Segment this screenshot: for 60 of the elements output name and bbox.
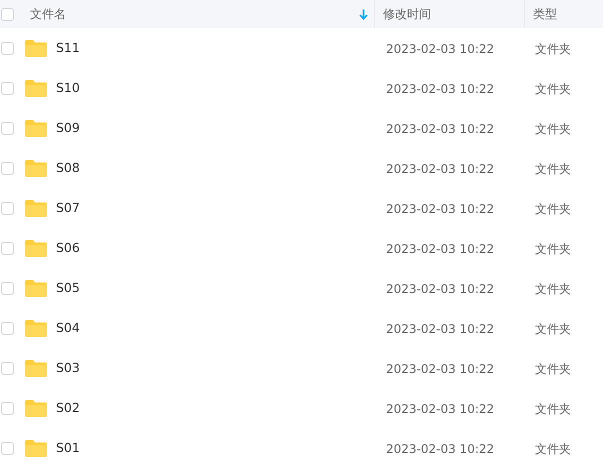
- file-name: S07: [56, 198, 80, 217]
- modified-time: 2023-02-03 10:22: [386, 42, 494, 56]
- checkbox[interactable]: [1, 8, 14, 20]
- folder-icon: [25, 280, 47, 296]
- file-type: 文件夹: [535, 162, 571, 176]
- file-name: S02: [56, 398, 80, 417]
- modified-time: 2023-02-03 10:22: [386, 242, 494, 256]
- checkbox[interactable]: [1, 42, 14, 54]
- modified-time: 2023-02-03 10:22: [386, 162, 494, 176]
- modified-time: 2023-02-03 10:22: [386, 442, 494, 456]
- folder-icon: [25, 440, 47, 456]
- file-name: S11: [56, 38, 80, 57]
- modified-time: 2023-02-03 10:22: [386, 282, 494, 296]
- folder-icon: [25, 360, 47, 376]
- checkbox[interactable]: [1, 202, 14, 214]
- file-type: 文件夹: [535, 242, 571, 256]
- file-type: 文件夹: [535, 322, 571, 336]
- file-type: 文件夹: [535, 202, 571, 216]
- checkbox[interactable]: [1, 242, 14, 254]
- file-name: S10: [56, 78, 80, 97]
- file-name: S05: [56, 278, 80, 297]
- checkbox[interactable]: [1, 442, 14, 454]
- file-name: S09: [56, 118, 80, 137]
- checkbox[interactable]: [1, 362, 14, 374]
- modified-time: 2023-02-03 10:22: [386, 202, 494, 216]
- modified-time: 2023-02-03 10:22: [386, 122, 494, 136]
- sort-arrow-icon[interactable]: [359, 8, 368, 20]
- checkbox[interactable]: [1, 322, 14, 334]
- file-name: S06: [56, 238, 80, 257]
- file-name: S01: [56, 438, 80, 457]
- folder-icon: [25, 320, 47, 336]
- folder-icon: [25, 240, 47, 256]
- file-name: S03: [56, 358, 80, 377]
- checkbox[interactable]: [1, 402, 14, 414]
- modified-time: 2023-02-03 10:22: [386, 322, 494, 336]
- file-type: 文件夹: [535, 442, 571, 456]
- file-type: 文件夹: [535, 122, 571, 136]
- checkbox[interactable]: [1, 162, 14, 174]
- column-header[interactable]: 类型: [524, 0, 603, 28]
- file-type: 文件夹: [535, 82, 571, 96]
- file-name: S04: [56, 318, 80, 337]
- file-type: 文件夹: [535, 402, 571, 416]
- folder-icon: [25, 160, 47, 176]
- file-type: 文件夹: [535, 362, 571, 376]
- column-header[interactable]: 文件名: [14, 0, 374, 28]
- checkbox[interactable]: [1, 282, 14, 294]
- modified-time: 2023-02-03 10:22: [386, 82, 494, 96]
- file-name: S08: [56, 158, 80, 177]
- file-type: 文件夹: [535, 282, 571, 296]
- modified-time: 2023-02-03 10:22: [386, 362, 494, 376]
- checkbox[interactable]: [1, 82, 14, 94]
- folder-icon: [25, 40, 47, 56]
- file-type: 文件夹: [535, 42, 571, 56]
- column-header[interactable]: 修改时间: [374, 0, 524, 28]
- folder-icon: [25, 200, 47, 216]
- folder-icon: [25, 400, 47, 416]
- folder-icon: [25, 80, 47, 96]
- checkbox[interactable]: [1, 122, 14, 134]
- modified-time: 2023-02-03 10:22: [386, 402, 494, 416]
- folder-icon: [25, 120, 47, 136]
